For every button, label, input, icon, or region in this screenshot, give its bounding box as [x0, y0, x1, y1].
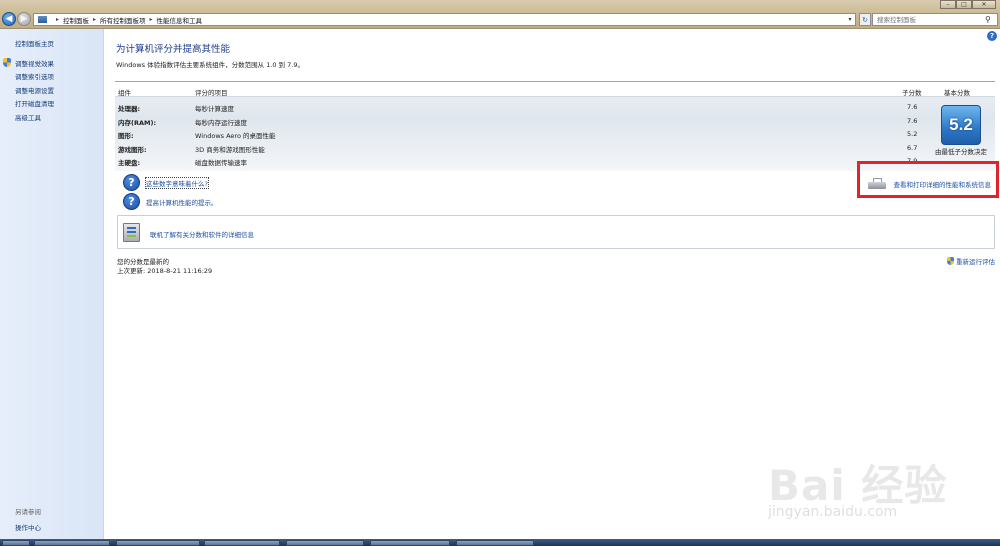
forward-button[interactable]: ▶	[17, 12, 31, 26]
more-info-link[interactable]: 联机了解有关分数和软件的详细信息	[150, 229, 254, 239]
tips-item: ? 提高计算机性能的提示。	[123, 193, 218, 210]
chevron-down-icon[interactable]: ▾	[845, 14, 855, 25]
table-row: 游戏图形: 3D 商务和游戏图形性能 6.7	[115, 142, 930, 156]
sidebar-item-visual-effects[interactable]: 调整视觉效果	[3, 56, 54, 70]
header-base-score: 基本分数	[944, 89, 970, 97]
row-subscore: 7.6	[907, 116, 918, 125]
watermark-url: jingyan.baidu.com	[768, 504, 898, 520]
minimize-button[interactable]: –	[940, 0, 956, 9]
sidebar-item-power[interactable]: 调整电源设置	[15, 83, 54, 97]
maximize-button[interactable]: □	[956, 0, 972, 9]
breadcrumb-performance[interactable]: 性能信息和工具	[157, 15, 203, 25]
minimize-icon: –	[946, 0, 950, 8]
chevron-right-icon: ▸	[149, 16, 153, 23]
back-button[interactable]: ◀	[2, 12, 16, 26]
row-rating: 每秒内存运行速度	[195, 118, 247, 127]
base-score-caption: 由最低子分数决定	[935, 148, 987, 156]
sidebar-item-label: 调整电源设置	[15, 86, 54, 95]
table-header: 组件 评分的项目 子分数 基本分数	[115, 82, 995, 97]
breadcrumb-all-items[interactable]: 所有控制面板项	[100, 15, 146, 25]
table-row: 主硬盘: 磁盘数据传输速率 7.9	[115, 155, 930, 169]
refresh-icon: ↻	[862, 15, 868, 24]
row-subscore: 5.2	[907, 130, 918, 138]
help-icon[interactable]: ?	[987, 31, 997, 41]
address-bar[interactable]: ▸ 控制面板 ▸ 所有控制面板项 ▸ 性能信息和工具 ▾	[33, 13, 856, 26]
question-icon: ?	[123, 193, 140, 210]
taskbar	[0, 539, 1000, 546]
window-controls: – □ ✕	[940, 0, 996, 9]
header-rating: 评分的项目	[195, 89, 228, 97]
start-button[interactable]	[2, 540, 30, 546]
score-table: 组件 评分的项目 子分数 基本分数 处理器: 每秒计算速度 7.6 内存(RAM…	[115, 81, 995, 171]
action-center-link[interactable]: 操作中心	[15, 522, 41, 532]
base-score-value: 5.2	[949, 115, 973, 134]
row-rating: 每秒计算速度	[195, 105, 234, 113]
maximize-icon: □	[961, 0, 967, 8]
sidebar-item-label: 高级工具	[15, 113, 41, 122]
close-button[interactable]: ✕	[972, 0, 996, 9]
control-panel-icon	[38, 16, 47, 23]
sidebar-item-advanced-tools[interactable]: 高级工具	[15, 110, 54, 124]
row-rating: Windows Aero 的桌面性能	[195, 132, 276, 140]
base-score-tile: 5.2	[941, 105, 981, 145]
address-toolbar: ◀ ▶ ▸ 控制面板 ▸ 所有控制面板项 ▸ 性能信息和工具 ▾ ↻ ⚲ – □…	[0, 0, 1000, 29]
search-icon[interactable]: ⚲	[985, 15, 991, 24]
page-description: Windows 体验指数评估主要系统组件，分数范围从 1.0 到 7.9。	[116, 61, 304, 69]
taskbar-item[interactable]	[456, 540, 534, 546]
question-icon: ?	[123, 174, 140, 191]
refresh-button[interactable]: ↻	[859, 13, 871, 26]
taskbar-item[interactable]	[370, 540, 450, 546]
rerun-assessment[interactable]: 重新运行评估	[947, 256, 995, 266]
row-component: 处理器:	[118, 105, 141, 113]
shield-icon	[3, 58, 11, 68]
arrow-right-icon: ▶	[20, 13, 28, 24]
see-also-heading: 另请参阅	[15, 508, 41, 516]
arrow-left-icon: ◀	[5, 13, 13, 24]
watermark: Bai 经验 jingyan.baidu.com	[768, 452, 958, 532]
last-update: 上次更新: 2018-8-21 11:16:29	[117, 267, 213, 275]
highlight-box	[857, 161, 999, 198]
row-subscore: 6.7	[907, 143, 918, 152]
row-rating: 磁盘数据传输速率	[195, 159, 247, 167]
taskbar-item[interactable]	[116, 540, 200, 546]
taskbar-item[interactable]	[204, 540, 280, 546]
sidebar-home-link[interactable]: 控制面板主页	[15, 38, 54, 48]
tips-link[interactable]: 提高计算机性能的提示。	[146, 197, 218, 207]
meaning-link[interactable]: 这些数字意味着什么?	[145, 176, 209, 189]
table-row: 图形: Windows Aero 的桌面性能 5.2	[115, 128, 930, 142]
sidebar-item-label: 调整视觉效果	[15, 59, 54, 68]
row-component: 主硬盘:	[118, 159, 141, 167]
sidebar-item-label: 打开磁盘清理	[15, 100, 54, 109]
row-subscore: 7.6	[907, 103, 918, 111]
more-info-box: 联机了解有关分数和软件的详细信息	[117, 215, 995, 249]
table-row: 内存(RAM): 每秒内存运行速度 7.6	[115, 115, 930, 129]
page-title: 为计算机评分并提高其性能	[116, 44, 231, 55]
header-component: 组件	[118, 89, 131, 97]
sidebar-item-indexing[interactable]: 调整索引选项	[15, 70, 54, 84]
chevron-right-icon: ▸	[93, 16, 97, 23]
row-component: 游戏图形:	[118, 145, 147, 154]
window: ◀ ▶ ▸ 控制面板 ▸ 所有控制面板项 ▸ 性能信息和工具 ▾ ↻ ⚲ – □…	[0, 0, 1000, 546]
meaning-item: ? 这些数字意味着什么?	[123, 174, 209, 191]
search-box: ⚲	[872, 13, 998, 26]
taskbar-item[interactable]	[286, 540, 364, 546]
table-row: 处理器: 每秒计算速度 7.6	[115, 101, 930, 115]
row-component: 图形:	[118, 132, 134, 140]
breadcrumb-control-panel[interactable]: 控制面板	[63, 15, 89, 25]
sidebar-item-label: 调整索引选项	[15, 73, 54, 82]
taskbar-item[interactable]	[34, 540, 110, 546]
row-rating: 3D 商务和游戏图形性能	[195, 145, 265, 154]
sidebar-item-disk-cleanup[interactable]: 打开磁盘清理	[15, 97, 54, 111]
search-input[interactable]	[877, 15, 985, 24]
software-info-icon	[123, 223, 140, 242]
shield-icon	[947, 257, 954, 265]
header-subscore: 子分数	[902, 89, 922, 97]
sidebar: 控制面板主页 调整视觉效果 调整索引选项 调整电源设置 打开磁盘清理 高级工具 …	[0, 29, 104, 539]
close-icon: ✕	[981, 0, 987, 8]
chevron-right-icon: ▸	[56, 16, 60, 23]
sidebar-links: 调整视觉效果 调整索引选项 调整电源设置 打开磁盘清理 高级工具	[3, 56, 54, 124]
row-component: 内存(RAM):	[118, 118, 157, 127]
rerun-link[interactable]: 重新运行评估	[956, 256, 995, 266]
